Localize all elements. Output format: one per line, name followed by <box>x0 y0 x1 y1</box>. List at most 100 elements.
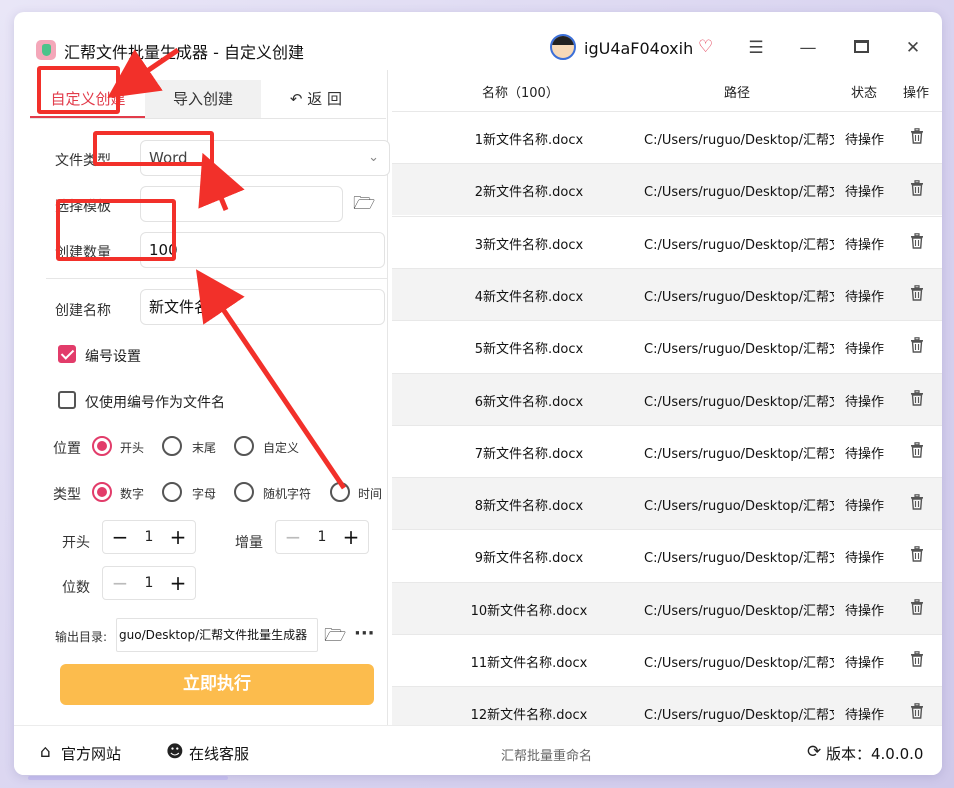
chevron-down-icon: ⌄ <box>368 150 379 165</box>
folder-open-icon[interactable]: 🗁 <box>353 191 375 221</box>
header-status[interactable]: 状态 <box>851 82 877 101</box>
increment-value[interactable]: 1 <box>306 521 338 553</box>
trash-icon[interactable] <box>910 598 924 615</box>
row-status: 待操作 <box>845 446 885 462</box>
table-row[interactable]: 6新文件名称.docx C:/Users/ruguo/Desktop/汇帮文 待操作 <box>392 372 942 425</box>
trash-icon[interactable] <box>910 546 924 563</box>
row-path: C:/Users/ruguo/Desktop/汇帮文 <box>644 237 834 253</box>
tab-import-create[interactable]: 导入创建 <box>145 80 261 118</box>
position-radio-start[interactable] <box>92 436 112 456</box>
row-status: 待操作 <box>845 185 885 201</box>
form-divider <box>46 278 388 279</box>
row-status: 待操作 <box>845 708 885 724</box>
table-row[interactable]: 3新文件名称.docx C:/Users/ruguo/Desktop/汇帮文 待操作 <box>392 215 942 268</box>
numbering-checkbox[interactable] <box>58 345 76 363</box>
output-folder-icon[interactable]: 🗁 <box>324 623 346 653</box>
row-status: 待操作 <box>845 237 885 253</box>
row-path: C:/Users/ruguo/Desktop/汇帮文 <box>644 603 834 619</box>
position-radio-custom[interactable] <box>234 436 254 456</box>
table-row[interactable]: 7新文件名称.docx C:/Users/ruguo/Desktop/汇帮文 待操作 <box>392 424 942 477</box>
official-site-link[interactable]: 官方网站 <box>61 743 121 764</box>
table-row[interactable]: 9新文件名称.docx C:/Users/ruguo/Desktop/汇帮文 待操作 <box>392 529 942 581</box>
increment-increment-button[interactable]: + <box>336 521 366 553</box>
row-name: 4新文件名称.docx <box>474 289 584 305</box>
type-option-time: 时间 <box>358 487 383 501</box>
increment-decrement-button[interactable]: − <box>278 521 308 553</box>
row-name: 6新文件名称.docx <box>474 394 584 410</box>
run-button[interactable]: 立即执行 <box>60 664 374 705</box>
increment-stepper[interactable]: − 1 + <box>275 520 369 554</box>
window-shadow-accent <box>28 776 228 780</box>
row-path: C:/Users/ruguo/Desktop/汇帮文 <box>644 551 834 567</box>
home-icon: ⌂ <box>40 742 51 762</box>
hamburger-menu-icon[interactable]: ☰ <box>743 38 769 58</box>
row-name: 3新文件名称.docx <box>474 237 584 253</box>
type-radio-random[interactable] <box>234 482 254 502</box>
table-row[interactable]: 1新文件名称.docx C:/Users/ruguo/Desktop/汇帮文 待操作 <box>392 111 942 163</box>
table-row[interactable]: 11新文件名称.docx C:/Users/ruguo/Desktop/汇帮文 待操… <box>392 634 942 686</box>
maximize-icon[interactable] <box>848 38 874 58</box>
trash-icon[interactable] <box>910 232 924 249</box>
row-status: 待操作 <box>845 551 885 567</box>
minimize-icon[interactable]: — <box>795 38 821 58</box>
back-button[interactable]: ↶ 返 回 <box>276 80 356 118</box>
trash-icon[interactable] <box>910 494 924 510</box>
table-row[interactable]: 12新文件名称.docx C:/Users/ruguo/Desktop/汇帮文 待操… <box>392 686 942 725</box>
row-path: C:/Users/ruguo/Desktop/汇帮文 <box>644 446 834 462</box>
name-input[interactable]: 新文件名称 <box>140 289 385 325</box>
refresh-icon[interactable]: ⟳ <box>807 742 821 762</box>
row-name: 2新文件名称.docx <box>474 185 584 201</box>
type-radio-letter[interactable] <box>162 482 182 502</box>
table-header: 名称（100） 路径 状态 操作 <box>392 70 942 111</box>
table-row[interactable]: 2新文件名称.docx C:/Users/ruguo/Desktop/汇帮文 待操作 <box>392 163 942 216</box>
digits-decrement-button[interactable]: − <box>105 567 135 599</box>
type-label: 类型 <box>53 487 81 503</box>
table-row[interactable]: 10新文件名称.docx C:/Users/ruguo/Desktop/汇帮文 待操… <box>392 581 942 634</box>
start-stepper[interactable]: − 1 + <box>102 520 196 554</box>
vip-diamond-icon[interactable]: ♡ <box>698 37 713 57</box>
digits-increment-button[interactable]: + <box>163 567 193 599</box>
position-label: 位置 <box>53 441 81 457</box>
annotation-box-filetype <box>93 131 214 166</box>
digits-label: 位数 <box>62 580 90 596</box>
type-radio-time[interactable] <box>330 482 350 502</box>
table-row[interactable]: 4新文件名称.docx C:/Users/ruguo/Desktop/汇帮文 待操作 <box>392 267 942 320</box>
header-path[interactable]: 路径 <box>724 82 750 101</box>
trash-icon[interactable] <box>910 128 924 144</box>
position-radio-end[interactable] <box>162 436 182 456</box>
user-avatar[interactable] <box>550 34 576 60</box>
table-row[interactable]: 8新文件名称.docx C:/Users/ruguo/Desktop/汇帮文 待操作 <box>392 477 942 530</box>
row-name: 8新文件名称.docx <box>474 499 584 515</box>
row-path: C:/Users/ruguo/Desktop/汇帮文 <box>644 499 834 515</box>
close-icon[interactable]: ✕ <box>900 38 926 58</box>
count-input[interactable]: 100 <box>140 232 385 268</box>
start-label: 开头 <box>62 535 90 551</box>
more-options-icon[interactable]: ··· <box>354 623 375 644</box>
table-row[interactable]: 5新文件名称.docx C:/Users/ruguo/Desktop/汇帮文 待操作 <box>392 320 942 372</box>
row-path: C:/Users/ruguo/Desktop/汇帮文 <box>644 342 834 358</box>
start-value[interactable]: 1 <box>133 521 165 553</box>
trash-icon[interactable] <box>910 651 924 667</box>
output-dir-label: 输出目录: <box>55 630 108 644</box>
start-decrement-button[interactable]: − <box>105 521 135 553</box>
header-name[interactable]: 名称（100） <box>482 82 559 101</box>
trash-icon[interactable] <box>910 703 924 719</box>
only-number-checkbox[interactable] <box>58 391 76 409</box>
start-increment-button[interactable]: + <box>163 521 193 553</box>
digits-stepper[interactable]: − 1 + <box>102 566 196 600</box>
username-label[interactable]: igU4aF04oxih <box>584 39 693 58</box>
rename-product-link[interactable]: 汇帮批量重命名 <box>501 745 592 764</box>
output-dir-input[interactable]: guo/Desktop/汇帮文件批量生成器 <box>116 618 318 652</box>
trash-icon[interactable] <box>910 441 924 458</box>
trash-icon[interactable] <box>910 285 924 301</box>
type-radio-number[interactable] <box>92 482 112 502</box>
header-action[interactable]: 操作 <box>903 82 929 101</box>
trash-icon[interactable] <box>910 389 924 406</box>
app-logo-icon <box>36 40 56 60</box>
trash-icon[interactable] <box>910 337 924 353</box>
online-support-link[interactable]: 在线客服 <box>189 743 249 764</box>
row-path: C:/Users/ruguo/Desktop/汇帮文 <box>644 185 834 201</box>
row-name: 9新文件名称.docx <box>474 551 584 567</box>
trash-icon[interactable] <box>910 180 924 196</box>
digits-value[interactable]: 1 <box>133 567 165 599</box>
